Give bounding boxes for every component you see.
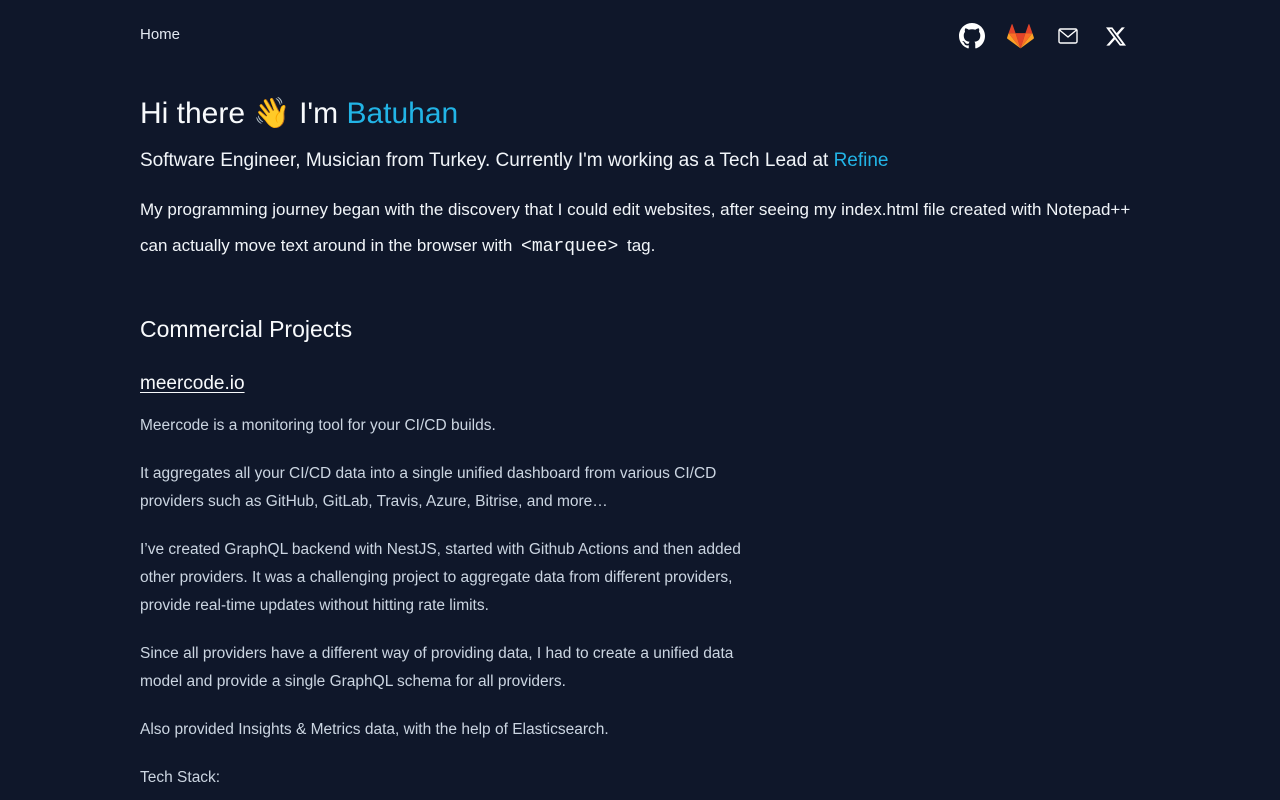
intro-text-part2: tag. <box>622 236 656 255</box>
nav-home-link[interactable]: Home <box>140 26 180 43</box>
tech-stack-label: Tech Stack: <box>140 769 221 786</box>
project-paragraph: Also provided Insights & Metrics data, w… <box>140 721 609 738</box>
greeting-text: Hi there 👋 I'm <box>140 97 347 130</box>
company-link[interactable]: Refine <box>834 150 889 171</box>
project-title-link[interactable]: meercode.io <box>140 371 245 397</box>
section-heading-commercial-projects: Commercial Projects <box>140 316 353 342</box>
name-link[interactable]: Batuhan <box>346 97 458 130</box>
intro-paragraph: My programming journey began with the di… <box>140 192 1140 265</box>
project-paragraph: I’ve created GraphQL backend with NestJS… <box>140 541 741 614</box>
github-icon[interactable] <box>948 22 996 50</box>
x-twitter-icon[interactable] <box>1092 22 1140 50</box>
hero-title: Hi there 👋 I'm Batuhan <box>140 94 458 134</box>
project-description: Meercode is a monitoring tool for your C… <box>140 412 760 800</box>
social-links <box>948 22 1140 50</box>
hero-subtitle: Software Engineer, Musician from Turkey.… <box>140 148 889 174</box>
gitlab-icon[interactable] <box>996 22 1044 50</box>
project-paragraph: It aggregates all your CI/CD data into a… <box>140 465 717 510</box>
subtitle-text: Software Engineer, Musician from Turkey.… <box>140 150 834 171</box>
project-paragraph: Since all providers have a different way… <box>140 645 734 690</box>
page: Home Hi there 👋 I'm Batuhan Software Eng… <box>0 0 1280 800</box>
marquee-code: <marquee> <box>521 237 619 257</box>
mail-icon[interactable] <box>1044 22 1092 50</box>
top-nav: Home <box>140 0 1140 72</box>
project-paragraph: Meercode is a monitoring tool for your C… <box>140 417 496 434</box>
